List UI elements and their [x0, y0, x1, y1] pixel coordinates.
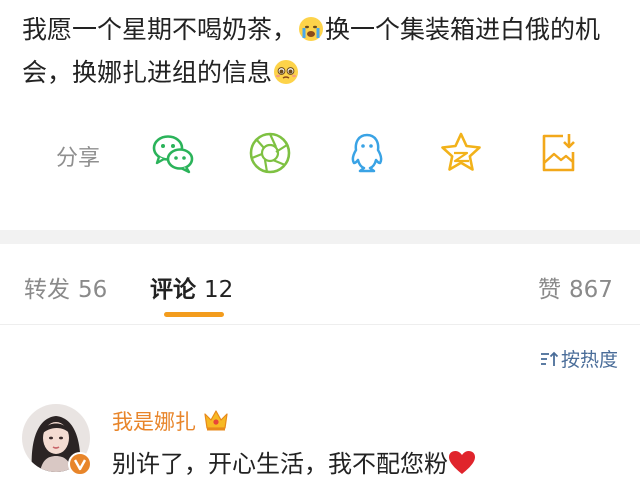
qzone-icon[interactable]: [438, 130, 484, 176]
tab-likes-label: 赞: [538, 277, 561, 303]
crying-face-emoji: [299, 17, 324, 41]
tab-repost-label: 转发: [24, 277, 70, 303]
moments-icon[interactable]: [247, 130, 293, 176]
post-text-part1: 我愿一个星期不喝奶茶，: [22, 15, 298, 44]
tab-comments-count: 12: [204, 277, 234, 303]
save-image-icon[interactable]: [535, 130, 581, 176]
pleading-face-emoji: [274, 60, 299, 84]
active-tab-indicator: [164, 312, 224, 317]
sort-label: 按热度: [560, 349, 618, 371]
verified-badge-icon: [68, 452, 92, 476]
comment-username[interactable]: 我是娜扎: [112, 410, 196, 434]
tab-repost[interactable]: 转发 56: [24, 270, 107, 304]
tab-likes-count: 867: [569, 277, 613, 303]
comment-item: 我是娜扎 别许了，开心生活，我不配您粉: [0, 400, 640, 496]
tab-bar: 转发 56 评论 12 赞 867: [0, 244, 640, 325]
tab-comments[interactable]: 评论 12: [150, 270, 233, 304]
comment-username-row: 我是娜扎: [112, 406, 230, 436]
post-text: 我愿一个星期不喝奶茶， 换一个集装箱进白俄的机会，换娜扎进组的信息: [22, 8, 622, 94]
share-label: 分享: [56, 146, 101, 171]
tab-repost-count: 56: [78, 277, 108, 303]
section-divider: [0, 230, 640, 244]
sort-icon: [540, 351, 559, 366]
red-heart-emoji: [449, 451, 475, 474]
qq-icon[interactable]: [344, 130, 390, 176]
wechat-icon[interactable]: [150, 130, 196, 176]
tab-comments-label: 评论: [150, 277, 196, 303]
tab-likes[interactable]: 赞 867: [538, 270, 613, 304]
sort-by-hot-button[interactable]: 按热度: [539, 345, 618, 372]
weibo-post-page: 我愿一个星期不喝奶茶， 换一个集装箱进白俄的机会，换娜扎进组的信息 分享 转发 …: [0, 0, 640, 496]
comment-text: 别许了，开心生活，我不配您粉: [112, 450, 448, 478]
share-row: 分享: [0, 120, 640, 184]
comment-text-row: 别许了，开心生活，我不配您粉: [112, 444, 476, 479]
crown-icon: [204, 410, 228, 431]
